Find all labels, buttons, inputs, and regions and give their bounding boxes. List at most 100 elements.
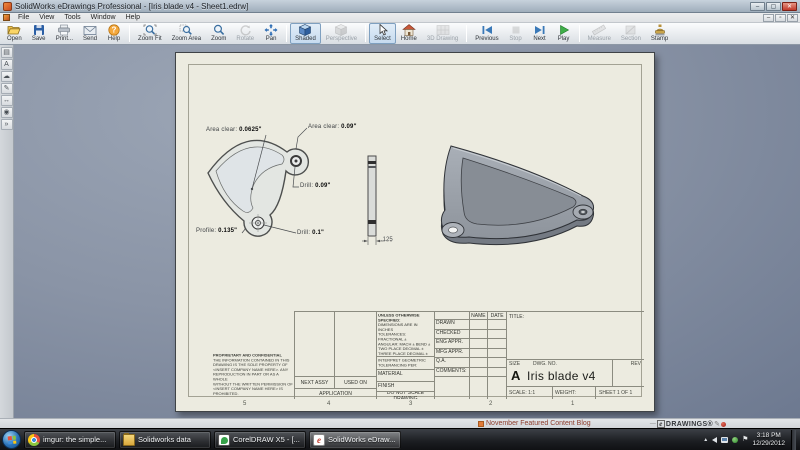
open-button[interactable]: Open [2, 23, 27, 44]
stamp-button[interactable]: Stamp [646, 23, 673, 44]
sidebar-tool-icon[interactable]: ☁ [1, 71, 13, 82]
drawing-canvas[interactable]: Area clear: 0.0625" Area clear: 0.09" Dr… [14, 45, 800, 418]
hidden-icons-arrow[interactable]: ▲ [703, 437, 708, 443]
stop-icon [509, 24, 523, 36]
send-button[interactable]: Send [78, 23, 102, 44]
chrome-icon [28, 434, 40, 446]
zoom-area-button[interactable]: Zoom Area [167, 23, 206, 44]
next-button[interactable]: Next [528, 23, 552, 44]
perspective-button[interactable]: Perspective [321, 23, 362, 44]
mdi-close-button[interactable]: ✕ [787, 14, 798, 22]
drawing-sheet: Area clear: 0.0625" Area clear: 0.09" Dr… [175, 52, 655, 412]
action-center-flag-icon[interactable]: ⚑ [742, 436, 748, 444]
3d-drawing-views-button[interactable]: 3D Drawing [422, 23, 463, 44]
menu-item[interactable]: File [13, 13, 34, 22]
used-on-header: USED ON [334, 376, 376, 388]
sidebar-tool-icon[interactable]: » [1, 119, 13, 130]
toolbar-separator [365, 25, 366, 42]
menu-item[interactable]: Window [86, 13, 121, 22]
section-button[interactable]: Section [616, 23, 646, 44]
zoom-icon [212, 24, 226, 36]
taskbar-item-browser[interactable]: imgur: the simple... [24, 431, 116, 449]
zoom-button[interactable]: Zoom [206, 23, 231, 44]
sidebar-tool-icon[interactable]: A [1, 59, 13, 70]
home-button[interactable]: Home [396, 23, 422, 44]
rotate-button[interactable]: Rotate [231, 23, 259, 44]
sidebar-tool-icon[interactable]: ✎ [1, 83, 13, 94]
menu-item[interactable]: Help [121, 13, 145, 22]
menu-item[interactable]: View [34, 13, 59, 22]
weight-value: WEIGHT: [555, 390, 576, 396]
toolbar-separator [579, 25, 580, 42]
news-link[interactable]: November Featured Content Blog [478, 420, 591, 427]
coreldraw-icon [218, 434, 230, 446]
home-icon [402, 24, 416, 36]
material-cell: MATERIAL [376, 369, 434, 381]
section-icon [624, 24, 638, 36]
annotation-area-clear-inner: Area clear: 0.0625" [206, 127, 262, 133]
thickness-dimension: .125 [381, 237, 393, 243]
approval-row: DRAWN [435, 319, 506, 329]
size-label: SIZE [509, 361, 520, 367]
next-assy-cell [294, 311, 334, 376]
app-icon [3, 2, 12, 11]
close-button[interactable]: ✕ [782, 2, 797, 11]
do-not-scale-cell: DO NOT SCALE DRAWING [376, 391, 434, 399]
drawing-number: Iris blade v4 [527, 369, 596, 383]
zone-number: 2 [489, 401, 492, 407]
shaded-button[interactable]: Shaded [290, 23, 321, 44]
menu: FileViewToolsWindowHelp [13, 13, 145, 22]
sidebar-tool-icon[interactable]: ◉ [1, 107, 13, 118]
svg-text:?: ? [112, 26, 117, 35]
show-desktop-button[interactable] [791, 430, 796, 450]
sidebar-tool-icon[interactable]: ↔ [1, 95, 13, 106]
toolbar-separator [286, 25, 287, 42]
edrawings-window: SolidWorks eDrawings Professional - [Iri… [0, 0, 800, 450]
perspective-cube-icon [334, 24, 348, 36]
rotate-icon [238, 24, 252, 36]
taskbar-item-coreldraw[interactable]: CorelDRAW X5 - [... [214, 431, 306, 449]
print-button[interactable]: Print... [51, 23, 78, 44]
pencil-icon: ✎ [714, 420, 720, 428]
zone-number: 1 [571, 401, 574, 407]
help-button[interactable]: ? Help [102, 23, 126, 44]
select-cursor-icon [376, 24, 390, 36]
pan-button[interactable]: Pan [259, 23, 283, 44]
save-disk-icon [32, 24, 46, 36]
save-button[interactable]: Save [27, 23, 51, 44]
annotation-drill-top: Drill: 0.09" [300, 183, 331, 189]
maximize-button[interactable]: ▢ [766, 2, 781, 11]
pan-icon [264, 24, 278, 36]
menubar: FileViewToolsWindowHelp – ▫ ✕ [0, 13, 800, 23]
start-button[interactable] [2, 430, 21, 449]
sidebar-tool-icon[interactable]: ▤ [1, 47, 13, 58]
toolbar-separator [466, 25, 467, 42]
solidworks-ball-icon [721, 422, 726, 427]
zoom-fit-button[interactable]: Zoom Fit [133, 23, 167, 44]
taskbar-item-folder[interactable]: Solidworks data [119, 431, 211, 449]
measure-button[interactable]: Measure [583, 23, 616, 44]
select-button[interactable]: Select [369, 23, 396, 44]
windows-flag-icon [8, 436, 17, 445]
menu-item[interactable]: Tools [59, 13, 85, 22]
mdi-restore-button[interactable]: ▫ [775, 14, 786, 22]
play-button[interactable]: Play [552, 23, 576, 44]
network-icon[interactable] [721, 437, 728, 443]
previous-button[interactable]: Previous [470, 23, 503, 44]
tolerance-block: UNLESS OTHERWISE SPECIFIED: DIMENSIONS A… [376, 311, 434, 356]
mdi-minimize-button[interactable]: – [763, 14, 774, 22]
scale-row: SCALE: 1:1 WEIGHT: SHEET 1 OF 1 [506, 386, 644, 399]
stop-button[interactable]: Stop [504, 23, 528, 44]
taskbar-clock[interactable]: 3:18 PM 12/29/2012 [752, 432, 785, 448]
minimize-button[interactable]: – [750, 2, 765, 11]
folder-icon [123, 434, 135, 446]
taskbar-item-edrawings[interactable]: e SolidWorks eDraw... [309, 431, 401, 449]
edrawings-logo: — e DRAWINGS® ✎ [650, 419, 726, 429]
markup-sidebar: ▤A☁✎↔◉» [0, 45, 14, 418]
volume-icon[interactable] [712, 437, 717, 443]
sheet-size: A [511, 368, 520, 383]
antivirus-icon[interactable] [732, 437, 738, 443]
edrawings-e-icon: e [657, 420, 665, 428]
annotation-profile: Profile: 0.135" [196, 228, 237, 234]
title-cell: TITLE: [506, 311, 644, 359]
